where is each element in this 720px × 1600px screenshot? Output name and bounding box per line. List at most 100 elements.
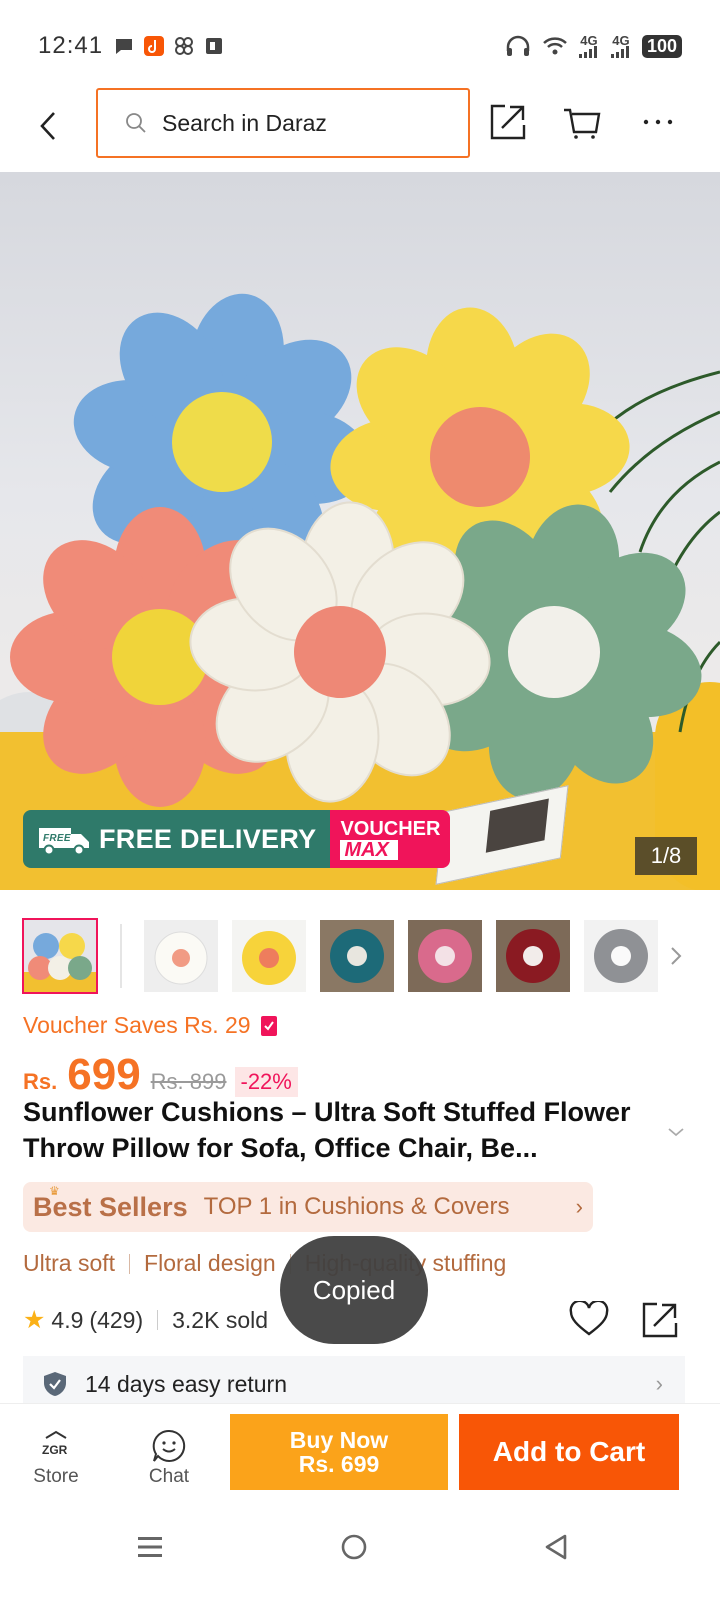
flower-cushions-illustration xyxy=(10,268,720,830)
thumbnail-image xyxy=(496,920,570,992)
recent-apps-button[interactable] xyxy=(126,1523,174,1571)
chat-button[interactable]: Chat xyxy=(129,1428,209,1488)
share-product-button[interactable] xyxy=(638,1298,682,1342)
message-icon xyxy=(116,39,133,54)
shield-check-icon xyxy=(44,1372,66,1396)
add-to-cart-button[interactable]: Add to Cart xyxy=(459,1414,679,1490)
thumbnail-2[interactable] xyxy=(144,920,218,992)
buy-now-price: Rs. 699 xyxy=(298,1451,380,1477)
thumbnail-image xyxy=(408,920,482,992)
rating-value: 4.9 xyxy=(51,1306,84,1333)
back-button[interactable] xyxy=(30,102,66,150)
home-icon xyxy=(341,1534,367,1560)
store-logo-text: ZGR xyxy=(42,1443,68,1457)
store-button[interactable]: ZGR Store xyxy=(16,1428,96,1488)
headphones-icon xyxy=(506,35,530,56)
thumbnail-image xyxy=(232,920,306,992)
voucher-savings[interactable]: Voucher Saves Rs. 29 xyxy=(23,1012,277,1039)
thumbnail-5[interactable] xyxy=(408,920,482,992)
pinwheel-icon xyxy=(175,37,194,55)
store-logo-icon: ZGR xyxy=(38,1428,74,1464)
divider xyxy=(129,1253,131,1274)
battery-icon: 100 xyxy=(641,34,682,58)
chat-label: Chat xyxy=(148,1466,190,1487)
cart-button[interactable] xyxy=(558,98,606,146)
free-delivery-text: FREE DELIVERY xyxy=(99,823,317,854)
price-row: Rs. 699 Rs. 899 -22% xyxy=(23,1050,298,1100)
network-type-1: 4G xyxy=(580,32,598,48)
back-icon xyxy=(40,112,55,140)
network-type-2: 4G xyxy=(612,32,630,48)
more-button[interactable] xyxy=(634,98,682,146)
return-policy-text: 14 days easy return xyxy=(85,1370,288,1397)
bottom-action-bar: ZGR Store Chat Buy Now Rs. 699 Add to Ca… xyxy=(0,1403,720,1507)
buy-now-button[interactable]: Buy Now Rs. 699 xyxy=(230,1414,448,1490)
chevron-right-icon xyxy=(671,947,682,965)
share-icon xyxy=(490,104,526,140)
delivery-truck-icon: FREE xyxy=(39,828,89,856)
divider xyxy=(157,1310,159,1330)
image-counter: 1/8 xyxy=(635,837,697,875)
status-time: 12:41 xyxy=(38,32,104,59)
signal-2: 4G xyxy=(610,32,632,58)
more-icon xyxy=(643,119,673,125)
notification-icons xyxy=(113,35,225,57)
tiktok-icon xyxy=(144,36,165,56)
sold-count: 3.2K sold xyxy=(172,1306,269,1333)
copied-toast: Copied xyxy=(280,1236,428,1344)
thumbnail-image xyxy=(320,920,394,992)
system-back-button[interactable] xyxy=(532,1523,580,1571)
expand-title-icon[interactable] xyxy=(664,1120,688,1144)
feature-tag: Floral design xyxy=(144,1250,276,1276)
thumbnail-7[interactable] xyxy=(584,920,658,992)
document-icon xyxy=(206,38,223,54)
discount-badge: -22% xyxy=(234,1067,298,1097)
thumbnail-next-button[interactable] xyxy=(664,938,688,974)
product-title[interactable]: Sunflower Cushions – Ultra Soft Stuffed … xyxy=(23,1094,663,1166)
home-button[interactable] xyxy=(330,1523,378,1571)
chevron-right-icon: › xyxy=(655,1371,663,1396)
feature-tag: Ultra soft xyxy=(23,1250,116,1276)
search-input[interactable] xyxy=(162,109,442,137)
thumbnail-6[interactable] xyxy=(496,920,570,992)
price-original: Rs. 899 xyxy=(150,1069,227,1094)
system-navigation-bar xyxy=(0,1507,720,1600)
recent-apps-icon xyxy=(138,1537,162,1557)
voucher-max-badge: VOUCHER MAX xyxy=(330,810,451,868)
status-bar: 12:41 4G 4G 100 xyxy=(0,0,720,92)
top-navigation xyxy=(0,84,720,170)
thumbnail-4[interactable] xyxy=(320,920,394,992)
product-image[interactable]: FREE FREE DELIVERY VOUCHER MAX 1/8 xyxy=(0,172,720,890)
status-right: 4G 4G 100 xyxy=(504,32,682,58)
thumbnail-3[interactable] xyxy=(232,920,306,992)
search-icon xyxy=(126,113,146,133)
share-button[interactable] xyxy=(484,98,532,146)
share-icon xyxy=(642,1302,678,1338)
store-logo-image: ZGR xyxy=(42,1430,68,1457)
signal-1: 4G xyxy=(578,32,600,58)
feature-tags: Ultra soft Floral design High-quality st… xyxy=(23,1250,506,1277)
cart-icon xyxy=(564,108,601,139)
voucher-max-bottom: MAX xyxy=(340,839,399,860)
best-seller-label: ♛ Best Sellers xyxy=(33,1184,188,1223)
rating-row[interactable]: ★ 4.9 (429) 3.2K sold xyxy=(23,1305,268,1335)
best-seller-rank: TOP 1 in Cushions & Covers xyxy=(203,1193,510,1220)
price-currency: Rs. xyxy=(23,1069,58,1094)
thumbnail-image xyxy=(24,920,96,992)
promo-banner: FREE FREE DELIVERY VOUCHER MAX xyxy=(23,810,451,868)
best-seller-banner[interactable]: ♛ Best Sellers TOP 1 in Cushions & Cover… xyxy=(23,1182,593,1232)
voucher-max-top: VOUCHER xyxy=(340,817,441,840)
back-triangle-icon xyxy=(545,1534,567,1560)
voucher-text: Voucher Saves Rs. 29 xyxy=(23,1012,251,1038)
price-current: 699 xyxy=(67,1050,141,1099)
thumbnail-divider xyxy=(120,924,122,988)
thumbnail-1[interactable] xyxy=(22,918,98,994)
chat-icon xyxy=(152,1429,186,1462)
rating-count: (429) xyxy=(89,1306,144,1333)
wishlist-button[interactable] xyxy=(568,1298,610,1340)
signal-bars-icon xyxy=(610,45,629,58)
buy-now-label: Buy Now xyxy=(289,1427,389,1453)
thumbnail-image xyxy=(144,920,218,992)
chevron-right-icon: › xyxy=(575,1194,583,1219)
search-box[interactable] xyxy=(96,88,470,158)
